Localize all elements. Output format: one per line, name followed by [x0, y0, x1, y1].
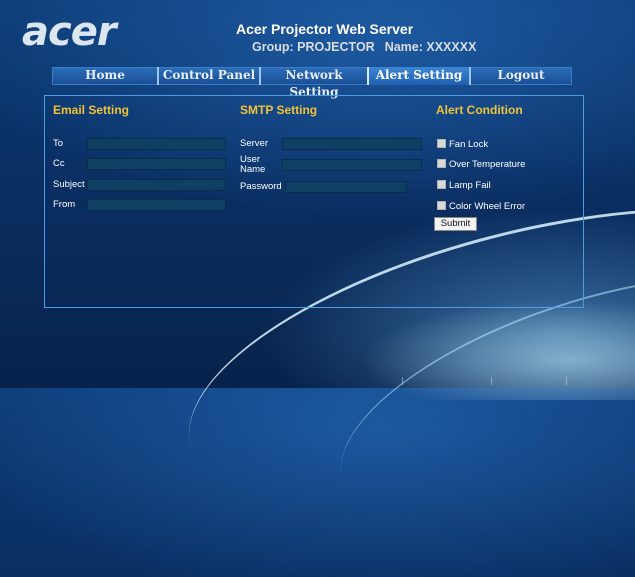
lamp-fail-label: Lamp Fail: [449, 180, 491, 191]
footer-divider: [566, 377, 567, 385]
name-label: Name: XXXXXX: [384, 40, 477, 54]
cc-field[interactable]: [87, 158, 226, 170]
footer-divider: [402, 377, 403, 385]
footer-divider: [491, 377, 492, 385]
color-wheel-error-label: Color Wheel Error: [449, 201, 526, 212]
fan-lock-label: Fan Lock: [449, 139, 489, 150]
cc-label: Cc: [53, 158, 65, 169]
password-label: Password: [240, 181, 282, 192]
alert-condition-title: Alert Condition: [436, 103, 523, 117]
tab-control-panel[interactable]: Control Panel: [157, 67, 259, 85]
tab-alert-setting[interactable]: Alert Setting: [367, 67, 469, 85]
server-label: Server: [240, 138, 268, 149]
tab-home[interactable]: Home: [53, 67, 157, 85]
password-field[interactable]: [285, 181, 407, 193]
user-name-field[interactable]: [282, 159, 422, 171]
group-label: Group: PROJECTOR: [252, 40, 375, 54]
smtp-setting-title: SMTP Setting: [240, 103, 318, 117]
from-field[interactable]: [87, 199, 226, 211]
subject-field[interactable]: [87, 179, 226, 191]
email-setting-title: Email Setting: [53, 103, 130, 117]
to-label: To: [53, 138, 64, 149]
subject-label: Subject: [53, 179, 85, 190]
acer-logo: acer: [22, 9, 117, 55]
over-temperature-checkbox[interactable]: [437, 159, 446, 168]
tab-logout[interactable]: Logout: [469, 67, 571, 85]
to-field[interactable]: [87, 138, 226, 150]
fan-lock-checkbox[interactable]: [437, 139, 446, 148]
server-field[interactable]: [282, 138, 422, 150]
submit-button[interactable]: Submit: [434, 217, 477, 231]
header-subtitle: Group: PROJECTOR Name: XXXXXX: [252, 40, 486, 54]
main-nav: Home Control Panel Network Setting Alert…: [52, 67, 572, 99]
user-name-label: User Name: [240, 154, 266, 175]
tab-network-setting[interactable]: Network Setting: [259, 67, 367, 99]
over-temperature-label: Over Temperature: [449, 159, 526, 170]
page-title: Acer Projector Web Server: [236, 21, 414, 37]
lamp-fail-checkbox[interactable]: [437, 180, 446, 189]
color-wheel-error-checkbox[interactable]: [437, 201, 446, 210]
from-label: From: [53, 199, 76, 210]
